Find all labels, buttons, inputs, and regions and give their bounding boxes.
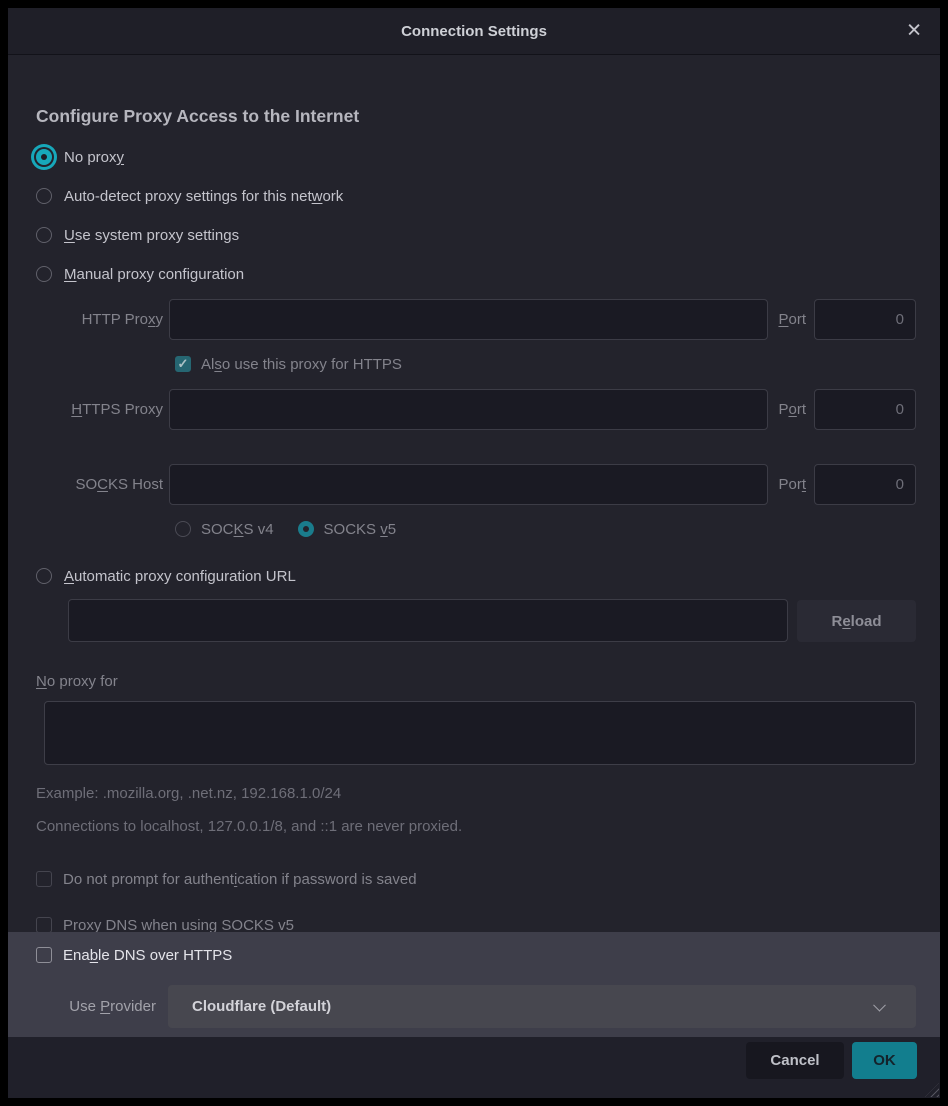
dialog-footer: Cancel OK — [8, 1037, 940, 1098]
socks-port-label: Port — [778, 476, 806, 493]
https-port-label: Port — [778, 401, 806, 418]
auth-prompt-checkbox[interactable] — [36, 871, 52, 887]
no-proxy-for-textarea[interactable] — [44, 701, 916, 765]
localhost-note-text: Connections to localhost, 127.0.0.1/8, a… — [36, 818, 916, 838]
manual-proxy-radio[interactable] — [36, 266, 52, 282]
page-title: Configure Proxy Access to the Internet — [36, 106, 916, 127]
cancel-button[interactable]: Cancel — [746, 1042, 844, 1079]
autodetect-radio[interactable] — [36, 188, 52, 204]
socks-version-row: SOCKS v4 SOCKS v5 — [175, 518, 916, 540]
https-proxy-label: HTTPS Proxy — [36, 401, 169, 418]
enable-doh-label: Enable DNS over HTTPS — [63, 947, 232, 964]
https-port-input[interactable] — [814, 389, 916, 430]
option-auto-config-url[interactable]: Automatic proxy configuration URL — [36, 565, 916, 587]
auto-config-url-row: Reload — [68, 599, 916, 642]
doh-provider-select[interactable]: Cloudflare (Default) — [168, 985, 916, 1028]
socks-port-input[interactable] — [814, 464, 916, 505]
socks-v5-radio[interactable] — [298, 521, 314, 537]
also-https-checkbox[interactable]: ✓ — [175, 356, 191, 372]
option-manual-proxy[interactable]: Manual proxy configuration — [36, 263, 916, 285]
option-no-proxy[interactable]: No proxy — [36, 146, 916, 168]
also-https-row[interactable]: ✓ Also use this proxy for HTTPS — [175, 353, 916, 375]
socks-host-row: SOCKS Host Port — [36, 464, 916, 505]
dialog-title: Connection Settings — [401, 23, 547, 40]
no-proxy-radio[interactable] — [36, 149, 52, 165]
dialog-content: Configure Proxy Access to the Internet N… — [8, 55, 940, 1037]
proxy-dns-label: Proxy DNS when using SOCKS v5 — [63, 917, 294, 934]
auth-prompt-label: Do not prompt for authentication if pass… — [63, 871, 417, 888]
dns-over-https-panel: Enable DNS over HTTPS Use Provider Cloud… — [8, 932, 940, 1037]
socks-v4-radio[interactable] — [175, 521, 191, 537]
socks-host-label: SOCKS Host — [36, 476, 169, 493]
no-proxy-example-text: Example: .mozilla.org, .net.nz, 192.168.… — [36, 785, 916, 805]
auto-config-url-input[interactable] — [68, 599, 788, 642]
https-proxy-input[interactable] — [169, 389, 768, 430]
system-proxy-label: Use system proxy settings — [64, 227, 239, 244]
socks-v5-label: SOCKS v5 — [324, 521, 397, 538]
reload-button[interactable]: Reload — [797, 600, 916, 642]
socks-v5-option[interactable]: SOCKS v5 — [298, 521, 397, 538]
http-proxy-input[interactable] — [169, 299, 768, 340]
enable-doh-checkbox[interactable] — [36, 947, 52, 963]
resize-grip[interactable] — [925, 1083, 939, 1097]
system-proxy-radio[interactable] — [36, 227, 52, 243]
https-proxy-row: HTTPS Proxy Port — [36, 389, 916, 430]
also-https-label: Also use this proxy for HTTPS — [201, 356, 402, 373]
connection-settings-dialog: Connection Settings ✕ Configure Proxy Ac… — [8, 8, 940, 1098]
autodetect-label: Auto-detect proxy settings for this netw… — [64, 188, 343, 205]
http-proxy-row: HTTP Proxy Port — [36, 299, 916, 340]
no-proxy-label: No proxy — [64, 149, 124, 166]
doh-provider-value: Cloudflare (Default) — [192, 998, 331, 1015]
socks-v4-option[interactable]: SOCKS v4 — [175, 521, 274, 538]
proxy-dns-checkbox[interactable] — [36, 917, 52, 933]
http-port-label: Port — [778, 311, 806, 328]
option-system-proxy[interactable]: Use system proxy settings — [36, 224, 916, 246]
ok-button[interactable]: OK — [852, 1042, 917, 1079]
option-autodetect-proxy[interactable]: Auto-detect proxy settings for this netw… — [36, 185, 916, 207]
auth-prompt-row[interactable]: Do not prompt for authentication if pass… — [36, 868, 916, 890]
titlebar: Connection Settings ✕ — [8, 8, 940, 55]
manual-proxy-label: Manual proxy configuration — [64, 266, 244, 283]
chevron-down-icon — [873, 998, 886, 1011]
auto-config-radio[interactable] — [36, 568, 52, 584]
close-icon[interactable]: ✕ — [906, 22, 922, 41]
doh-provider-row: Use Provider Cloudflare (Default) — [36, 985, 916, 1028]
doh-provider-label: Use Provider — [36, 998, 168, 1015]
http-proxy-label: HTTP Proxy — [36, 311, 169, 328]
http-port-input[interactable] — [814, 299, 916, 340]
socks-v4-label: SOCKS v4 — [201, 521, 274, 538]
socks-host-input[interactable] — [169, 464, 768, 505]
enable-doh-row[interactable]: Enable DNS over HTTPS — [36, 944, 916, 966]
no-proxy-for-label: No proxy for — [36, 671, 916, 691]
auto-config-label: Automatic proxy configuration URL — [64, 568, 296, 585]
